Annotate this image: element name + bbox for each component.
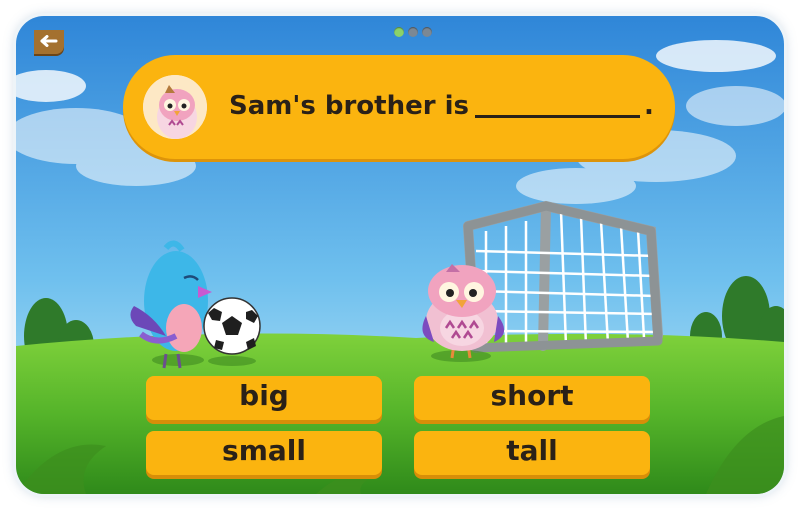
question-prompt: Sam's brother is xyxy=(229,91,469,121)
answer-button-big[interactable]: big xyxy=(146,376,382,420)
question-bar: Sam's brother is. xyxy=(123,55,675,159)
page-dot-2 xyxy=(408,27,418,37)
owl-avatar-icon xyxy=(143,75,207,139)
question-text: Sam's brother is. xyxy=(229,89,654,121)
answer-button-small[interactable]: small xyxy=(146,431,382,475)
back-arrow-icon xyxy=(40,35,58,47)
page-indicator xyxy=(394,27,432,37)
page-dot-1 xyxy=(394,27,404,37)
answer-button-short[interactable]: short xyxy=(414,376,650,420)
answer-button-tall[interactable]: tall xyxy=(414,431,650,475)
question-end: . xyxy=(643,91,654,121)
back-button[interactable] xyxy=(34,30,64,54)
page-dot-3 xyxy=(422,27,432,37)
answer-blank xyxy=(474,89,640,118)
